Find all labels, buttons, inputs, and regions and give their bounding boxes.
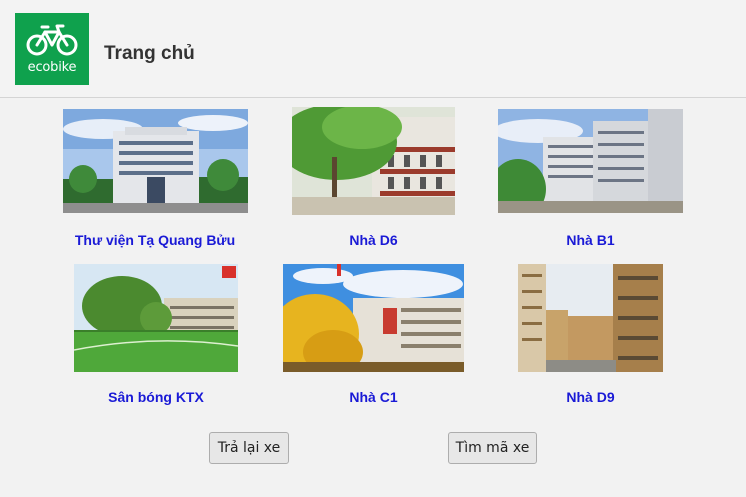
header-bar: ecobike Trang chủ (0, 0, 746, 98)
page-title: Trang chủ (104, 43, 195, 64)
location-image-library[interactable] (63, 109, 248, 213)
return-bike-button[interactable]: Trả lại xe (209, 432, 289, 464)
location-link-d9[interactable]: Nhà D9 (518, 389, 663, 405)
bicycle-icon (26, 24, 78, 56)
location-link-c1[interactable]: Nhà C1 (283, 389, 464, 405)
location-link-d6[interactable]: Nhà D6 (292, 232, 455, 248)
location-image-d9[interactable] (518, 264, 663, 372)
location-image-football-field[interactable] (74, 264, 238, 372)
location-image-b1[interactable] (498, 109, 683, 213)
location-link-library[interactable]: Thư viện Tạ Quang Bửu (55, 232, 255, 248)
location-link-football-field[interactable]: Sân bóng KTX (74, 389, 238, 405)
find-bike-code-button[interactable]: Tìm mã xe (448, 432, 537, 464)
location-image-d6[interactable] (292, 107, 455, 215)
location-link-b1[interactable]: Nhà B1 (498, 232, 683, 248)
logo-text: ecobike (27, 60, 77, 75)
ecobike-logo[interactable]: ecobike (15, 13, 89, 85)
location-image-c1[interactable] (283, 264, 464, 372)
